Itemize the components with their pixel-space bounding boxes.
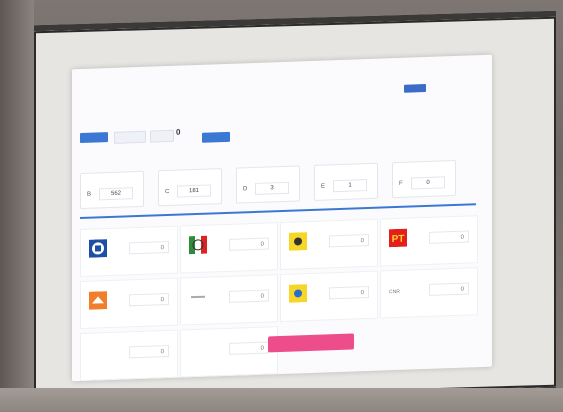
header-col-4 <box>230 80 270 84</box>
stat-box-f: F 0 <box>392 159 456 199</box>
party-cell-coalition: 0 <box>280 270 378 323</box>
submit-button[interactable] <box>268 333 354 353</box>
bottom-shelf <box>0 388 563 412</box>
counter-value: 0 <box>176 127 181 137</box>
status-badge <box>404 83 426 93</box>
vote-input[interactable]: 0 <box>429 282 469 296</box>
stat-box-e: E 1 <box>314 162 378 201</box>
row3-middle: 0 <box>180 326 278 378</box>
vote-input[interactable]: 0 <box>329 285 369 300</box>
dash-icon <box>191 295 205 299</box>
pan-logo-icon <box>89 239 107 258</box>
header-value <box>116 87 156 88</box>
meta-item-1 <box>276 118 332 122</box>
header-value <box>78 89 118 90</box>
header-col-0 <box>78 86 118 90</box>
header-col-5 <box>274 79 314 83</box>
stat-code: D <box>243 186 248 193</box>
party-cell-pt: PT 0 <box>380 215 478 267</box>
prd-logo-icon <box>289 232 307 251</box>
header-value <box>154 86 194 87</box>
header-col-2 <box>154 83 194 87</box>
row3-left: 0 <box>80 329 178 382</box>
stat-box-c: C 181 <box>158 168 222 207</box>
mc-logo-icon <box>89 291 107 310</box>
vote-input[interactable]: 0 <box>129 344 169 359</box>
stat-code: B <box>87 191 92 198</box>
party-cell-pri: 0 <box>180 222 278 274</box>
secondary-action-button[interactable] <box>114 130 146 144</box>
capture-button[interactable] <box>202 131 230 143</box>
meta-value <box>238 130 274 131</box>
vote-input[interactable]: 0 <box>129 240 169 255</box>
stat-code: E <box>321 183 326 190</box>
vote-input[interactable]: 0 <box>229 237 269 251</box>
party-cell-blank: 0 <box>180 274 278 326</box>
stat-value[interactable]: 3 <box>255 181 289 195</box>
meta-value <box>428 116 458 117</box>
party-cell-mc: 0 <box>80 277 178 330</box>
party-cell-prd: 0 <box>280 218 378 271</box>
cnr-label: CNR <box>389 288 400 296</box>
pt-logo-icon: PT <box>389 228 407 248</box>
party-cell-pan: 0 <box>80 225 178 278</box>
header-value <box>274 82 314 83</box>
stat-code: C <box>165 188 170 196</box>
coalition-logo-icon <box>289 284 307 303</box>
stat-value[interactable]: 181 <box>177 184 211 198</box>
header-value <box>192 85 232 86</box>
vote-input[interactable]: 0 <box>229 341 269 355</box>
add-capture-button[interactable] <box>80 132 108 144</box>
meta-value <box>376 117 426 119</box>
meta-value <box>276 120 332 122</box>
header-col-1 <box>116 84 156 88</box>
meta-item-4 <box>428 114 458 117</box>
pri-logo-icon <box>189 235 207 255</box>
left-wall-panel <box>0 0 34 412</box>
meta-item-0 <box>238 128 274 131</box>
meta-value <box>334 123 370 124</box>
stat-value[interactable]: 562 <box>99 187 133 201</box>
header-col-6 <box>318 77 378 82</box>
vote-input[interactable]: 0 <box>229 289 269 303</box>
header-value <box>318 80 378 82</box>
stat-code: F <box>399 180 403 187</box>
stat-box-b: B 562 <box>80 170 144 210</box>
header-col-3 <box>192 82 232 86</box>
projected-ui: 0 B 562 C 181 D 3 E 1 F 0 0 0 0 PT 0 0 0… <box>72 54 492 382</box>
tertiary-action-button[interactable] <box>150 129 174 143</box>
party-cell-cnr: CNR 0 <box>380 267 478 319</box>
stat-value[interactable]: 0 <box>411 176 445 190</box>
meta-item-2 <box>334 121 370 124</box>
vote-input[interactable]: 0 <box>429 230 469 244</box>
vote-input[interactable]: 0 <box>329 233 369 248</box>
stat-value[interactable]: 1 <box>333 179 367 193</box>
meta-item-3 <box>376 115 426 119</box>
vote-input[interactable]: 0 <box>129 292 169 307</box>
header-value <box>230 83 270 84</box>
stat-box-d: D 3 <box>236 165 300 204</box>
pt-logo-text: PT <box>392 234 405 245</box>
